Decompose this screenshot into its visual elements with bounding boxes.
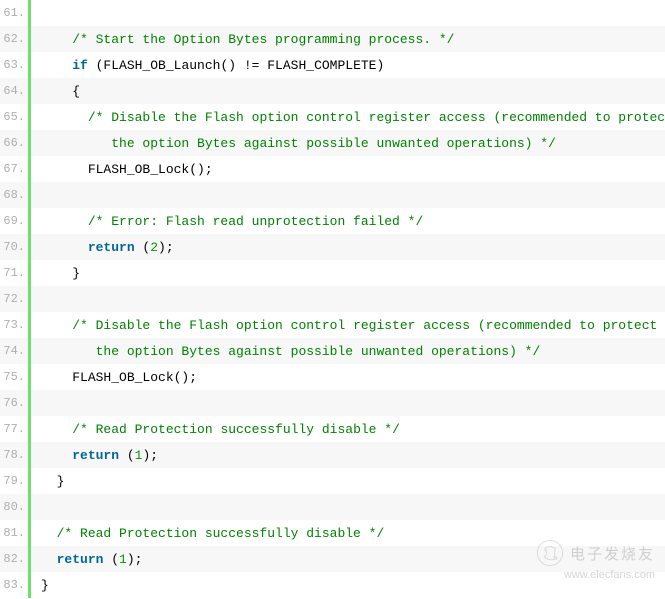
- code-line: 79. }: [0, 468, 665, 494]
- line-number: 61.: [0, 6, 28, 20]
- line-number: 81.: [0, 526, 28, 540]
- gutter-bar: [28, 390, 31, 416]
- code-content: FLASH_OB_Lock();: [33, 162, 213, 177]
- line-number: 70.: [0, 240, 28, 254]
- code-line: 63. if (FLASH_OB_Launch() != FLASH_COMPL…: [0, 52, 665, 78]
- code-line: 66. the option Bytes against possible un…: [0, 130, 665, 156]
- line-number: 83.: [0, 578, 28, 592]
- gutter-bar: [28, 286, 31, 312]
- code-line: 69. /* Error: Flash read unprotection fa…: [0, 208, 665, 234]
- code-content: }: [33, 266, 80, 281]
- line-number: 66.: [0, 136, 28, 150]
- gutter-bar: [28, 156, 31, 182]
- line-number: 74.: [0, 344, 28, 358]
- line-number: 65.: [0, 110, 28, 124]
- gutter-bar: [28, 260, 31, 286]
- code-line: 62. /* Start the Option Bytes programmin…: [0, 26, 665, 52]
- gutter-bar: [28, 26, 31, 52]
- code-content: return (1);: [33, 448, 158, 463]
- gutter-bar: [28, 468, 31, 494]
- code-content: FLASH_OB_Lock();: [33, 370, 197, 385]
- line-number: 64.: [0, 84, 28, 98]
- code-line: 72.: [0, 286, 665, 312]
- code-line: 68.: [0, 182, 665, 208]
- code-line: 77. /* Read Protection successfully disa…: [0, 416, 665, 442]
- line-number: 62.: [0, 32, 28, 46]
- line-number: 73.: [0, 318, 28, 332]
- gutter-bar: [28, 442, 31, 468]
- code-content: [33, 500, 72, 515]
- code-content: /* Read Protection successfully disable …: [33, 526, 384, 541]
- gutter-bar: [28, 78, 31, 104]
- line-number: 75.: [0, 370, 28, 384]
- code-line: 76.: [0, 390, 665, 416]
- code-content: /* Read Protection successfully disable …: [33, 422, 400, 437]
- code-line: 71. }: [0, 260, 665, 286]
- line-number: 68.: [0, 188, 28, 202]
- gutter-bar: [28, 416, 31, 442]
- line-number: 80.: [0, 500, 28, 514]
- code-line: 81. /* Read Protection successfully disa…: [0, 520, 665, 546]
- code-viewer: 61. 62. /* Start the Option Bytes progra…: [0, 0, 665, 598]
- gutter-bar: [28, 130, 31, 156]
- line-number: 72.: [0, 292, 28, 306]
- line-number: 82.: [0, 552, 28, 566]
- gutter-bar: [28, 338, 31, 364]
- code-content: /* Error: Flash read unprotection failed…: [33, 214, 423, 229]
- code-line: 67. FLASH_OB_Lock();: [0, 156, 665, 182]
- code-content: the option Bytes against possible unwant…: [33, 344, 540, 359]
- line-number: 67.: [0, 162, 28, 176]
- gutter-bar: [28, 312, 31, 338]
- code-line: 82. return (1);: [0, 546, 665, 572]
- gutter-bar: [28, 364, 31, 390]
- line-number: 69.: [0, 214, 28, 228]
- code-content: {: [33, 84, 80, 99]
- code-line: 78. return (1);: [0, 442, 665, 468]
- code-content: [33, 292, 72, 307]
- code-line: 80.: [0, 494, 665, 520]
- code-content: the option Bytes against possible unwant…: [33, 136, 556, 151]
- code-content: }: [33, 578, 49, 593]
- code-line: 83.}: [0, 572, 665, 598]
- line-number: 78.: [0, 448, 28, 462]
- line-number: 71.: [0, 266, 28, 280]
- code-line: 75. FLASH_OB_Lock();: [0, 364, 665, 390]
- gutter-bar: [28, 494, 31, 520]
- gutter-bar: [28, 182, 31, 208]
- line-number: 79.: [0, 474, 28, 488]
- code-line: 73. /* Disable the Flash option control …: [0, 312, 665, 338]
- gutter-bar: [28, 208, 31, 234]
- gutter-bar: [28, 546, 31, 572]
- code-content: [33, 6, 72, 21]
- code-line: 74. the option Bytes against possible un…: [0, 338, 665, 364]
- code-line: 65. /* Disable the Flash option control …: [0, 104, 665, 130]
- code-content: /* Start the Option Bytes programming pr…: [33, 32, 454, 47]
- line-number: 63.: [0, 58, 28, 72]
- code-content: if (FLASH_OB_Launch() != FLASH_COMPLETE): [33, 58, 384, 73]
- code-content: [33, 396, 72, 411]
- code-content: [33, 188, 72, 203]
- line-number: 77.: [0, 422, 28, 436]
- code-content: return (2);: [33, 240, 174, 255]
- gutter-bar: [28, 234, 31, 260]
- code-content: /* Disable the Flash option control regi…: [33, 110, 665, 125]
- code-content: }: [33, 474, 64, 489]
- gutter-bar: [28, 0, 31, 26]
- gutter-bar: [28, 520, 31, 546]
- gutter-bar: [28, 52, 31, 78]
- gutter-bar: [28, 572, 31, 598]
- code-line: 61.: [0, 0, 665, 26]
- code-line: 70. return (2);: [0, 234, 665, 260]
- code-content: /* Disable the Flash option control regi…: [33, 318, 657, 333]
- code-line: 64. {: [0, 78, 665, 104]
- gutter-bar: [28, 104, 31, 130]
- code-content: return (1);: [33, 552, 142, 567]
- line-number: 76.: [0, 396, 28, 410]
